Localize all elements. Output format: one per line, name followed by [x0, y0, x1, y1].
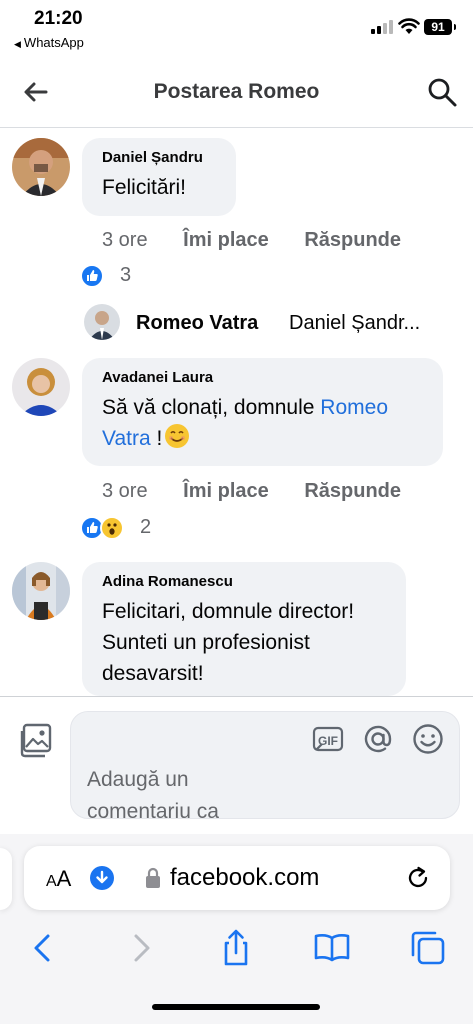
comment-text-part: ! [150, 427, 163, 450]
comment-line: Sunteti un profesionist [102, 631, 310, 654]
placeholder-line: Adaugă un [87, 768, 189, 791]
comment-input[interactable]: GIF Adaugă un comentariu ca [70, 711, 460, 823]
smile-emoji-icon [164, 423, 190, 449]
home-indicator [152, 1004, 320, 1010]
comment-author[interactable]: Adina Romanescu [102, 573, 386, 590]
forward-icon[interactable] [122, 928, 162, 968]
aa-big: A [56, 866, 72, 891]
reply-button[interactable]: Răspunde [304, 229, 401, 251]
comment-bubble[interactable]: Avadanei Laura Să vă clonați, domnule Ro… [82, 358, 443, 466]
gif-label: GIF [318, 734, 338, 748]
reaction-count: 3 [120, 264, 132, 286]
avatar-laura-image [12, 358, 70, 416]
download-icon[interactable] [90, 866, 114, 890]
like-reaction-icon [80, 264, 104, 288]
battery-indicator: 91 [424, 19, 456, 35]
comment-actions: 3 ore Îmi place Răspunde [102, 229, 431, 252]
page-header: Postarea Romeo [0, 56, 473, 128]
mention-icon[interactable] [361, 722, 395, 756]
like-button[interactable]: Îmi place [183, 229, 269, 251]
url-text[interactable]: facebook.com [170, 864, 319, 892]
reactions-summary[interactable]: 3 [80, 264, 160, 290]
gif-icon[interactable]: GIF [311, 722, 345, 756]
comment-text-part: Să vă clonați, domnule [102, 396, 321, 419]
tabs-icon[interactable] [408, 928, 448, 968]
emoji-icon[interactable] [411, 722, 445, 756]
browser-toolbar: AA facebook.com [0, 834, 473, 1024]
comment-bubble[interactable]: Adina Romanescu Felicitari, domnule dire… [82, 562, 406, 696]
wow-reaction-icon [100, 516, 124, 540]
status-bar: 21:20 ◀ WhatsApp 91 [0, 0, 473, 56]
avatar-romeo-image [84, 304, 120, 340]
comment-author[interactable]: Avadanei Laura [102, 369, 423, 386]
lock-icon [146, 867, 160, 888]
photo-icon[interactable] [16, 721, 56, 761]
reply-preview[interactable]: Romeo Vatra Daniel Șandr... [84, 300, 464, 344]
comment-line: Felicitari, domnule director! [102, 600, 355, 623]
comment-text: Să vă clonați, domnule Romeo Vatra ! [102, 392, 423, 454]
avatar-daniel-image [12, 138, 70, 196]
like-button[interactable]: Îmi place [183, 480, 269, 502]
avatar-adina-image [12, 562, 70, 620]
back-icon[interactable] [22, 928, 62, 968]
back-triangle-icon: ◀ [14, 39, 21, 49]
reader-settings-button[interactable]: AA [46, 866, 71, 892]
previous-tab-edge[interactable] [0, 848, 12, 910]
back-app-label: WhatsApp [23, 35, 84, 50]
comment-line: desavarsit! [102, 662, 204, 685]
address-bar[interactable]: AA facebook.com [24, 846, 450, 910]
mention-link[interactable]: Vatra [102, 427, 151, 450]
comment-text: Felicitari, domnule director! Sunteti un… [102, 596, 386, 689]
search-icon[interactable] [426, 76, 458, 108]
avatar[interactable] [12, 138, 70, 196]
comment-composer: GIF Adaugă un comentariu ca [0, 696, 473, 834]
reply-button[interactable]: Răspunde [304, 480, 401, 502]
mention-link[interactable]: Romeo [320, 396, 388, 419]
status-time: 21:20 [34, 8, 83, 29]
comment-author[interactable]: Daniel Șandru [102, 149, 216, 166]
back-to-app-link[interactable]: ◀ WhatsApp [14, 35, 84, 50]
avatar[interactable] [12, 358, 70, 416]
comment-actions: 3 ore Îmi place Răspunde [102, 480, 431, 503]
wifi-icon [398, 18, 420, 34]
reply-snippet: Daniel Șandr... [289, 312, 421, 334]
reactions-summary[interactable]: 2 [80, 516, 170, 542]
avatar[interactable] [12, 562, 70, 620]
cellular-signal-icon [371, 20, 393, 34]
aa-small: A [46, 873, 57, 890]
comment-bubble[interactable]: Daniel Șandru Felicitări! [82, 138, 236, 216]
reaction-count: 2 [140, 516, 152, 538]
page-title: Postarea Romeo [153, 80, 320, 103]
comment-placeholder: Adaugă un comentariu ca [87, 764, 337, 828]
avatar [84, 304, 120, 340]
comment-time: 3 ore [102, 229, 148, 251]
reload-icon[interactable] [404, 864, 432, 892]
placeholder-line: comentariu ca [87, 800, 219, 823]
bookmarks-icon[interactable] [312, 928, 352, 968]
reply-author: Romeo Vatra [136, 312, 259, 334]
comment-time: 3 ore [102, 480, 148, 502]
share-icon[interactable] [216, 928, 256, 968]
comment-text: Felicitări! [102, 176, 187, 199]
